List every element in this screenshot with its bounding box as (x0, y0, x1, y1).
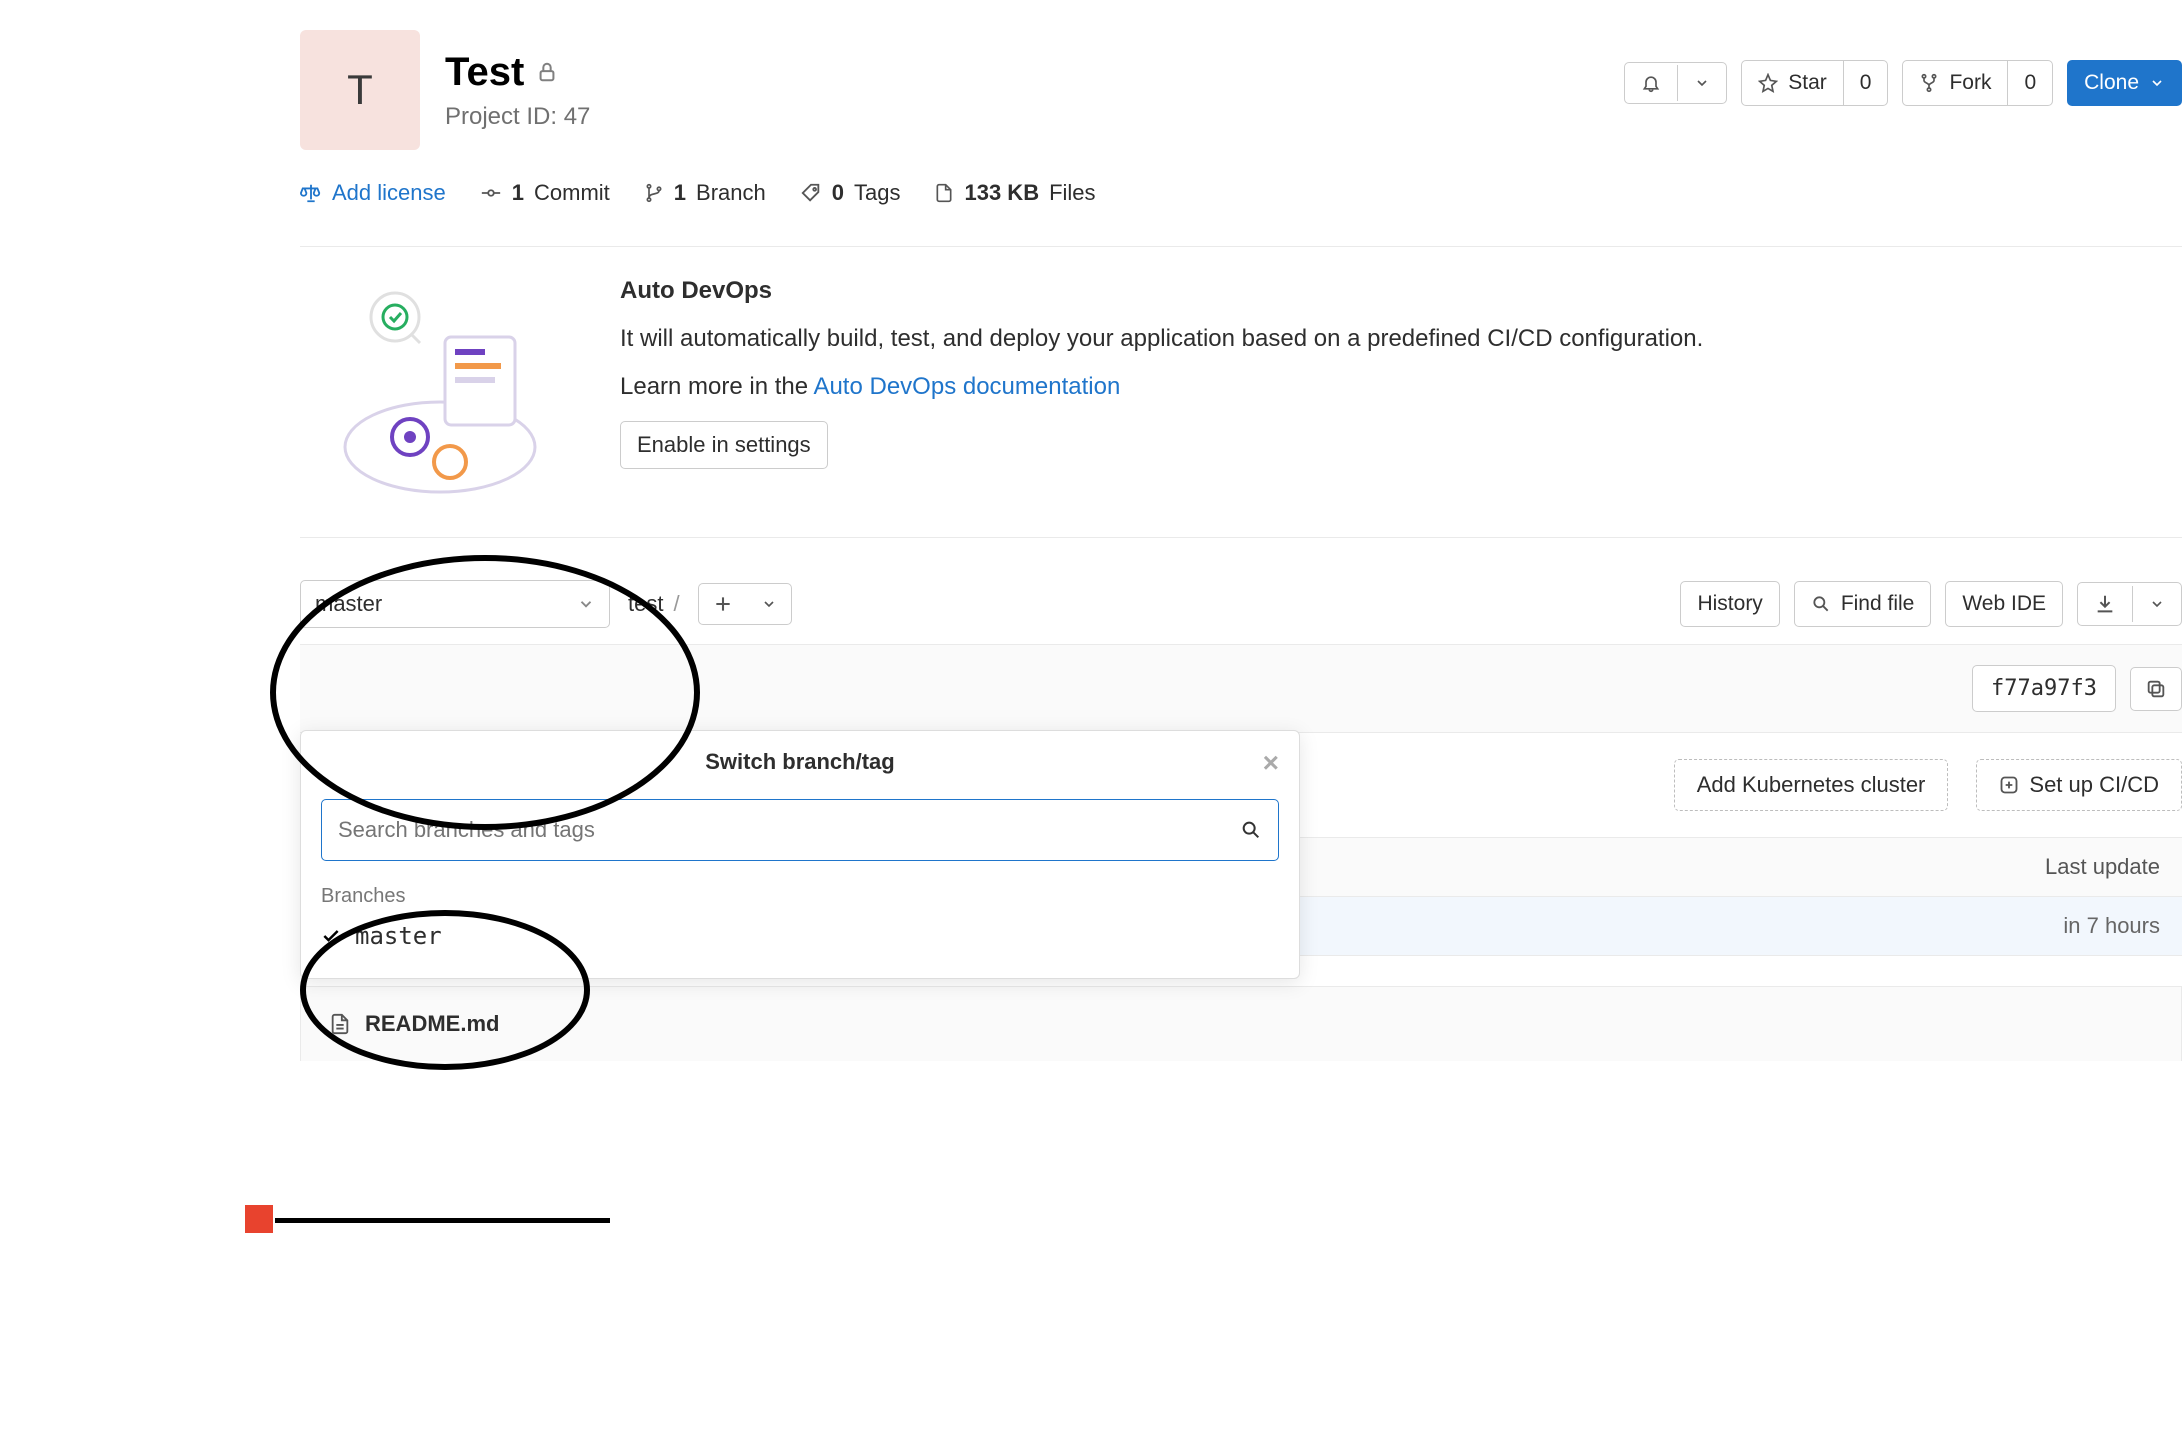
fork-count: 0 (2007, 61, 2052, 105)
chevron-down-icon (2149, 596, 2165, 612)
download-dropdown[interactable] (2077, 582, 2182, 626)
star-icon (1758, 73, 1778, 93)
branch-search-input-wrapper[interactable] (321, 799, 1279, 861)
auto-devops-doc-link[interactable]: Auto DevOps documentation (813, 373, 1120, 400)
breadcrumb-separator: / (673, 591, 679, 617)
tag-icon (800, 182, 822, 204)
star-label: Star (1788, 71, 1827, 95)
project-avatar: T (300, 30, 420, 150)
license-icon (300, 182, 322, 204)
fork-label: Fork (1949, 71, 1991, 95)
chevron-down-icon (2149, 75, 2165, 91)
search-icon (1811, 594, 1831, 614)
project-title: Test (445, 50, 524, 95)
branches-link[interactable]: 1 Branch (644, 180, 766, 206)
commit-icon (480, 182, 502, 204)
chevron-down-icon (1694, 75, 1710, 91)
commit-sha[interactable]: f77a97f3 (1972, 665, 2116, 712)
star-count: 0 (1843, 61, 1888, 105)
notifications-dropdown[interactable] (1624, 62, 1727, 104)
branch-option-master[interactable]: master (301, 912, 1299, 960)
auto-devops-illustration (300, 277, 560, 497)
clone-label: Clone (2084, 71, 2139, 95)
bell-icon (1641, 73, 1661, 93)
setup-cicd-button[interactable]: Set up CI/CD (1976, 759, 2182, 811)
file-last-update: in 7 hours (1940, 913, 2160, 939)
branch-switch-dropdown: Switch branch/tag × Branches master (300, 730, 1300, 979)
files-size-link[interactable]: 133 KB Files (934, 180, 1095, 206)
branch-select-dropdown[interactable]: master (300, 580, 610, 628)
chevron-down-icon (761, 596, 777, 612)
readme-panel-header: README.md (300, 986, 2182, 1061)
add-kubernetes-button[interactable]: Add Kubernetes cluster (1674, 759, 1949, 811)
breadcrumb-root[interactable]: test (628, 591, 663, 617)
find-file-button[interactable]: Find file (1794, 581, 1932, 627)
copy-sha-button[interactable] (2130, 667, 2182, 711)
star-button[interactable]: Star 0 (1741, 60, 1888, 106)
chevron-down-icon (577, 595, 595, 613)
auto-devops-title: Auto DevOps (620, 277, 1703, 305)
copy-icon (2145, 678, 2167, 700)
plus-circle-icon (1999, 775, 2019, 795)
dropdown-section-branches: Branches (301, 875, 1299, 912)
auto-devops-banner: Auto DevOps It will automatically build,… (300, 246, 2182, 538)
col-header-last-update: Last update (1940, 854, 2160, 880)
download-icon (2094, 593, 2116, 615)
fork-button[interactable]: Fork 0 (1902, 60, 2053, 106)
lock-icon (536, 59, 558, 85)
plus-icon (713, 594, 733, 614)
check-icon (321, 926, 341, 946)
close-icon[interactable]: × (1263, 747, 1279, 779)
file-icon (934, 182, 954, 204)
dropdown-title: Switch branch/tag (705, 749, 894, 775)
add-license-link[interactable]: Add license (300, 180, 446, 206)
enable-auto-devops-button[interactable]: Enable in settings (620, 421, 828, 469)
branch-search-input[interactable] (338, 817, 1240, 843)
add-to-tree-dropdown[interactable] (698, 583, 792, 625)
branch-select-value: master (315, 591, 382, 617)
auto-devops-learn-prefix: Learn more in the (620, 373, 813, 400)
branch-option-label: master (355, 922, 442, 950)
clone-button[interactable]: Clone (2067, 60, 2182, 106)
branch-icon (644, 182, 664, 204)
annotation-marker (245, 1205, 273, 1233)
commits-link[interactable]: 1 Commit (480, 180, 610, 206)
annotation-underline (275, 1218, 610, 1223)
file-icon (329, 1012, 351, 1036)
history-button[interactable]: History (1680, 581, 1779, 627)
search-icon (1240, 819, 1262, 841)
auto-devops-description: It will automatically build, test, and d… (620, 325, 1703, 353)
fork-icon (1919, 73, 1939, 93)
readme-filename: README.md (365, 1011, 499, 1037)
web-ide-button[interactable]: Web IDE (1945, 581, 2063, 627)
tags-link[interactable]: 0 Tags (800, 180, 901, 206)
project-id: Project ID: 47 (445, 103, 590, 131)
